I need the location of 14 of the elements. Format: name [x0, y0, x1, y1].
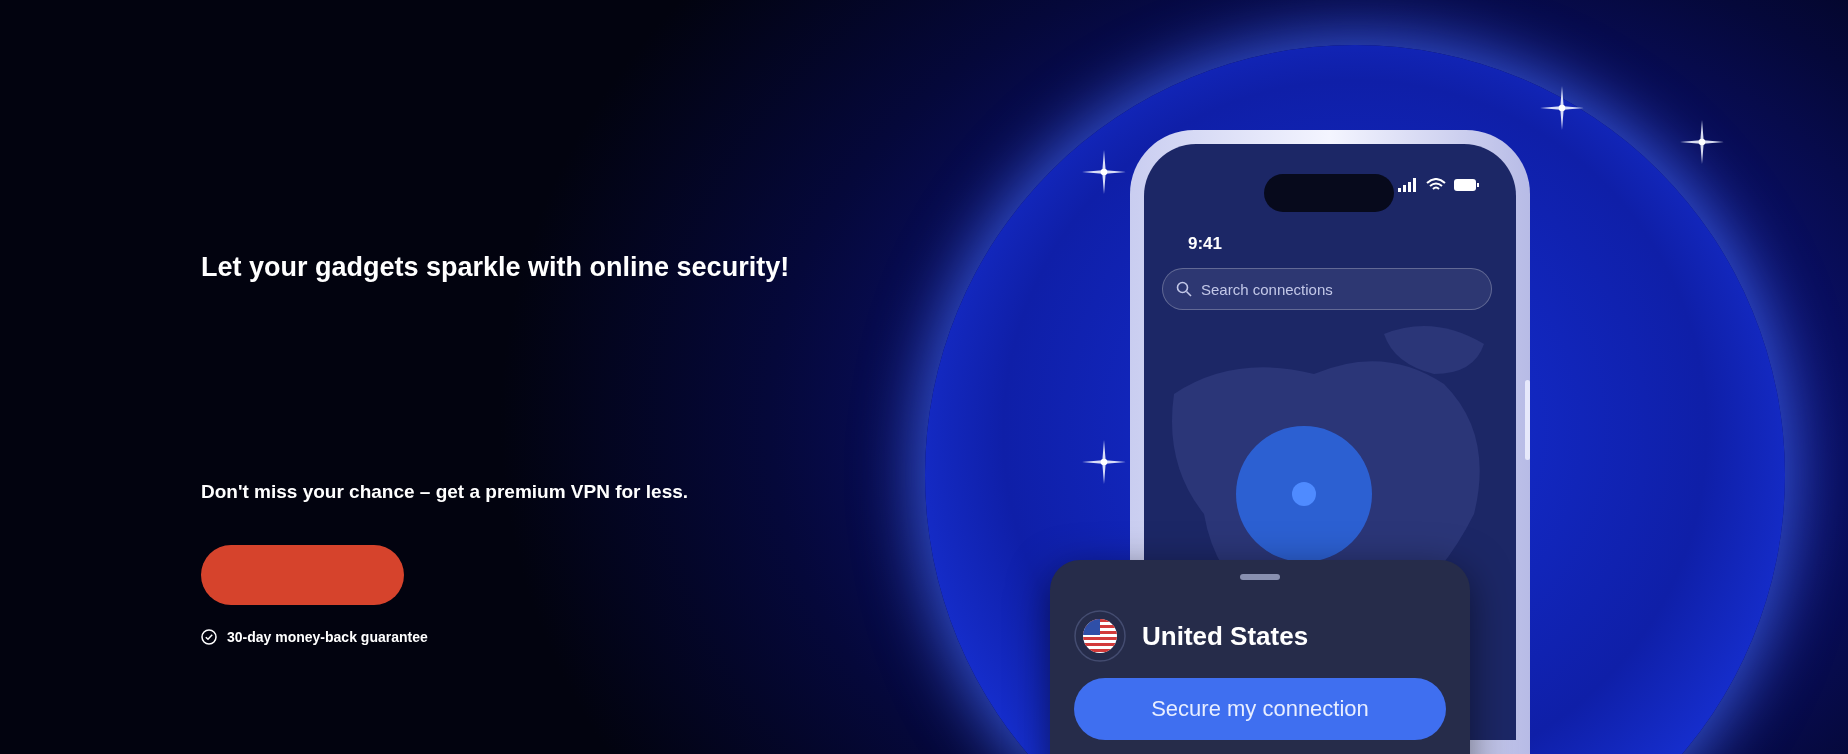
battery-icon — [1454, 178, 1480, 192]
wifi-icon — [1426, 178, 1446, 192]
country-name: United States — [1142, 620, 1309, 652]
subtitle: Don't miss your chance – get a premium VPN for less. — [201, 481, 690, 503]
secure-connection-button[interactable]: Secure my connection — [1074, 678, 1446, 740]
cta-button[interactable] — [201, 545, 404, 605]
flag-icon — [1074, 610, 1126, 662]
guarantee-text: 30-day money-back guarantee — [227, 629, 428, 645]
signal-icon — [1398, 178, 1418, 192]
status-time: 9:41 — [1188, 234, 1223, 254]
search-icon — [1176, 281, 1192, 297]
headline: Let your gadgets sparkle with online security! — [201, 252, 791, 283]
check-circle-icon — [201, 629, 217, 645]
drag-handle[interactable] — [1240, 574, 1280, 580]
